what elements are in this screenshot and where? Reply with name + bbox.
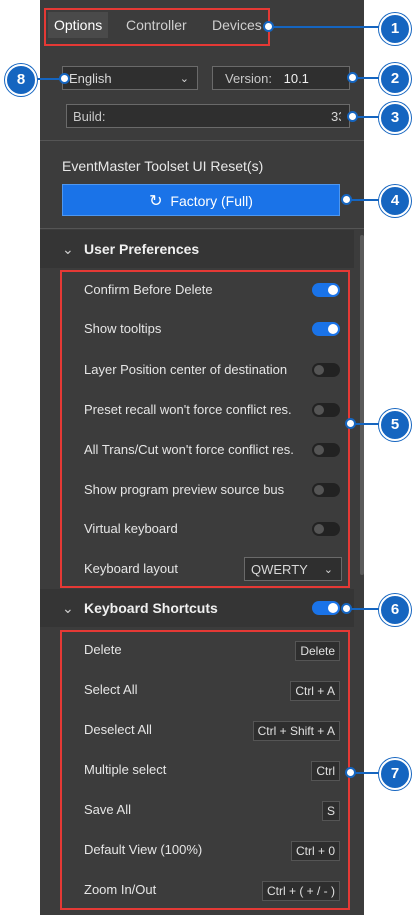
callout-7: 7: [379, 758, 411, 790]
factory-reset-label: Factory (Full): [170, 193, 253, 209]
factory-reset-button[interactable]: ↻ Factory (Full): [62, 184, 340, 216]
language-select[interactable]: English ⌄: [62, 66, 198, 90]
build-value: 33: [331, 109, 341, 124]
keyboard-shortcuts-title: Keyboard Shortcuts: [84, 600, 218, 616]
callout-3: 3: [379, 102, 411, 134]
language-value: English: [69, 71, 112, 86]
callout-5: 5: [379, 409, 411, 441]
build-field: Build: 33: [66, 104, 350, 128]
user-preferences-title: User Preferences: [84, 241, 200, 257]
leader-dot: [345, 767, 356, 778]
refresh-icon: ↻: [149, 193, 163, 210]
highlight-user-preferences: [60, 270, 350, 588]
leader-line: [268, 26, 380, 28]
leader-dot: [347, 111, 358, 122]
keyboard-shortcuts-toggle[interactable]: [312, 601, 340, 615]
scrollbar[interactable]: [360, 235, 364, 575]
callout-2: 2: [379, 63, 411, 95]
leader-dot: [341, 603, 352, 614]
callout-8: 8: [5, 64, 37, 96]
divider: [40, 140, 364, 141]
leader-dot: [345, 418, 356, 429]
leader-dot: [347, 72, 358, 83]
keyboard-shortcuts-header[interactable]: ⌄ Keyboard Shortcuts: [40, 589, 354, 627]
reset-title: EventMaster Toolset UI Reset(s): [62, 158, 264, 174]
chevron-down-icon: ⌄: [62, 241, 74, 257]
leader-dot: [59, 73, 70, 84]
user-preferences-header[interactable]: ⌄ User Preferences: [40, 230, 354, 268]
build-label: Build:: [73, 109, 106, 124]
callout-1: 1: [379, 13, 411, 45]
highlight-tabs: [44, 8, 270, 46]
version-value: 10.1: [283, 71, 309, 86]
chevron-down-icon: ⌄: [62, 600, 74, 616]
callout-4: 4: [379, 185, 411, 217]
leader-dot: [263, 21, 274, 32]
highlight-keyboard-shortcuts: [60, 630, 350, 910]
leader-dot: [341, 194, 352, 205]
version-label: Version:: [225, 71, 272, 86]
divider: [40, 228, 364, 229]
chevron-down-icon: ⌄: [179, 73, 189, 85]
version-field: Version: 10.1: [212, 66, 350, 90]
callout-6: 6: [379, 594, 411, 626]
